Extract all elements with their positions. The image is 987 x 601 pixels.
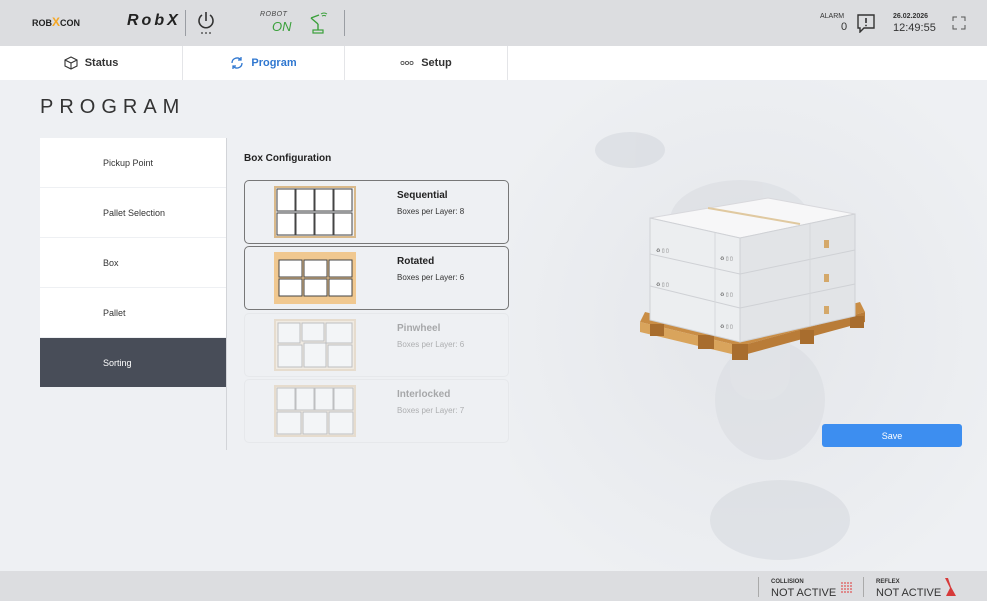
sidebar-item-label: Sorting bbox=[103, 357, 132, 368]
power-icon[interactable] bbox=[196, 10, 216, 36]
company-logo: ROBXCON bbox=[32, 15, 80, 29]
tab-label: Setup bbox=[421, 57, 452, 69]
tab-status[interactable]: Status bbox=[0, 46, 183, 80]
collision-label: COLLISION bbox=[771, 579, 804, 585]
logo-x: X bbox=[52, 15, 61, 29]
sidebar-item-label: Box bbox=[103, 257, 119, 268]
pinwheel-pattern-icon bbox=[274, 319, 356, 371]
option-name: Rotated bbox=[397, 256, 435, 267]
alarm-count: 0 bbox=[841, 21, 848, 33]
program-sidebar: Pickup Point Pallet Selection Box Pallet… bbox=[40, 138, 226, 388]
option-card-pinwheel: Pinwheel Boxes per Layer: 6 bbox=[244, 313, 509, 377]
option-name: Interlocked bbox=[397, 389, 451, 400]
sequential-pattern-icon bbox=[274, 186, 356, 238]
status-bar: COLLISION NOT ACTIVE REFLEX NOT ACTIVE bbox=[0, 571, 987, 601]
tab-setup[interactable]: Setup bbox=[345, 46, 508, 80]
refresh-icon bbox=[231, 57, 244, 69]
sidebar-item-pickup-point[interactable]: Pickup Point bbox=[40, 138, 226, 188]
option-detail: Boxes per Layer: 8 bbox=[397, 207, 465, 216]
divider bbox=[863, 577, 864, 597]
option-name: Sequential bbox=[397, 190, 448, 201]
sidebar-item-pallet-selection[interactable]: Pallet Selection bbox=[40, 188, 226, 238]
robot-state: ON bbox=[272, 19, 292, 34]
rotated-pattern-icon bbox=[274, 252, 356, 304]
pallet-illustration: ♻ ▯ ▯ ♻ ▯ ▯ ♻ ▯ ▯ ♻ ▯ ▯ ♻ ▯ ▯ bbox=[510, 80, 987, 571]
sidebar-item-pallet[interactable]: Pallet bbox=[40, 288, 226, 338]
interlocked-pattern-icon bbox=[274, 385, 356, 437]
divider bbox=[758, 577, 759, 597]
sidebar-item-label: Pickup Point bbox=[103, 157, 154, 168]
option-detail: Boxes per Layer: 6 bbox=[397, 273, 465, 282]
svg-text:♻ ▯ ▯: ♻ ▯ ▯ bbox=[656, 248, 669, 254]
collision-icon bbox=[841, 582, 852, 593]
save-button[interactable]: Save bbox=[822, 424, 962, 447]
logo-text-right: CON bbox=[60, 18, 81, 28]
divider bbox=[344, 10, 345, 36]
sidebar-item-label: Pallet Selection bbox=[103, 207, 166, 218]
reflex-icon bbox=[945, 578, 956, 596]
divider bbox=[185, 10, 186, 36]
tab-label: Status bbox=[84, 57, 119, 69]
tab-label: Program bbox=[251, 57, 297, 69]
option-card-sequential[interactable]: Sequential Boxes per Layer: 8 bbox=[244, 180, 509, 244]
top-bar: ROBXCON RobX ROBOT ON ALARM 0 26.02.2026… bbox=[0, 0, 987, 46]
reflex-label: REFLEX bbox=[876, 579, 900, 585]
expand-icon[interactable] bbox=[952, 16, 966, 30]
divider bbox=[226, 138, 227, 450]
sidebar-item-sorting[interactable]: Sorting bbox=[40, 338, 226, 388]
current-time: 12:49:55 bbox=[893, 22, 936, 34]
option-name: Pinwheel bbox=[397, 323, 441, 334]
option-card-rotated[interactable]: Rotated Boxes per Layer: 6 bbox=[244, 246, 509, 310]
dots-icon bbox=[400, 60, 414, 66]
sidebar-item-box[interactable]: Box bbox=[40, 238, 226, 288]
page-title: PROGRAM bbox=[40, 96, 186, 118]
cube-icon bbox=[64, 56, 78, 70]
option-detail: Boxes per Layer: 6 bbox=[397, 340, 465, 349]
alarm-icon[interactable] bbox=[856, 13, 876, 34]
section-title: Box Configuration bbox=[244, 153, 332, 164]
sidebar-item-label: Pallet bbox=[103, 307, 126, 318]
reflex-status: NOT ACTIVE bbox=[876, 587, 942, 599]
tab-program[interactable]: Program bbox=[183, 46, 345, 80]
robot-arm-icon bbox=[305, 12, 329, 34]
current-date: 26.02.2026 bbox=[893, 13, 929, 20]
svg-text:♻ ▯ ▯: ♻ ▯ ▯ bbox=[656, 282, 669, 288]
main-tabs: Status Program Setup bbox=[0, 46, 987, 80]
option-card-interlocked: Interlocked Boxes per Layer: 7 bbox=[244, 379, 509, 443]
svg-text:♻ ▯ ▯: ♻ ▯ ▯ bbox=[720, 256, 733, 262]
svg-text:♻ ▯ ▯: ♻ ▯ ▯ bbox=[720, 292, 733, 298]
logo-text-left: ROB bbox=[32, 18, 52, 28]
robot-label: ROBOT bbox=[260, 11, 288, 18]
option-detail: Boxes per Layer: 7 bbox=[397, 406, 465, 415]
tab-spacer bbox=[508, 46, 987, 80]
collision-status: NOT ACTIVE bbox=[771, 587, 837, 599]
svg-text:♻ ▯ ▯: ♻ ▯ ▯ bbox=[720, 324, 733, 330]
alarm-label: ALARM bbox=[820, 13, 845, 20]
product-brand: RobX bbox=[127, 12, 181, 29]
